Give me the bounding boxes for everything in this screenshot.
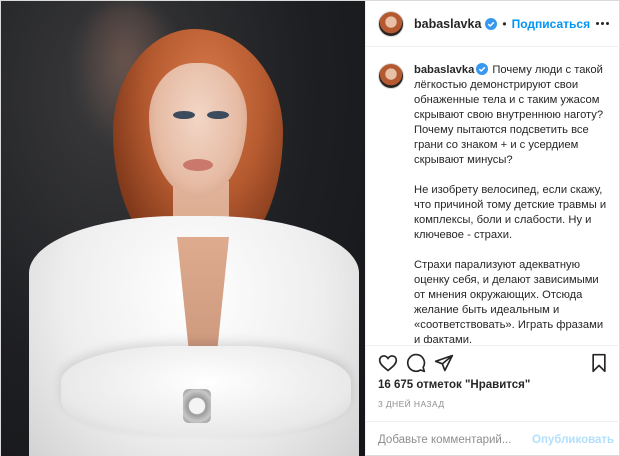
follow-button[interactable]: Подписаться xyxy=(512,17,590,31)
action-bar xyxy=(366,345,620,379)
comment-icon[interactable] xyxy=(402,349,430,377)
caption-paragraph-3: Страхи парализуют адекватную оценку себя… xyxy=(414,259,604,343)
lips xyxy=(183,159,213,171)
caption-paragraph-2: Не изобрету велосипед, если скажу, что п… xyxy=(414,184,607,241)
right-eye xyxy=(207,111,229,119)
separator-dot: • xyxy=(502,16,507,31)
post-header: babaslavka • Подписаться xyxy=(366,1,620,47)
instagram-post: babaslavka • Подписаться babaslavka Почем… xyxy=(0,0,620,456)
publish-button[interactable]: Опубликовать xyxy=(532,434,614,446)
verified-badge-icon xyxy=(485,17,498,30)
caption-avatar[interactable] xyxy=(378,63,404,89)
post-sidebar: babaslavka • Подписаться babaslavka Почем… xyxy=(365,1,620,456)
likes-count[interactable]: 16 675 отметок "Нравится" xyxy=(378,379,530,391)
more-options-icon[interactable] xyxy=(593,15,611,33)
avatar[interactable] xyxy=(378,10,404,37)
caption-paragraph-1: Почему люди с такой лёгкостью демонстрир… xyxy=(414,64,604,166)
add-comment-bar: Опубликовать xyxy=(366,421,620,456)
username-link[interactable]: babaslavka xyxy=(414,17,481,31)
comment-input[interactable] xyxy=(378,433,532,446)
verified-badge-icon xyxy=(476,63,489,75)
bookmark-icon[interactable] xyxy=(585,349,613,377)
heart-icon[interactable] xyxy=(374,349,402,377)
post-timestamp[interactable]: 3 дней назад xyxy=(378,399,444,409)
share-icon[interactable] xyxy=(430,349,458,377)
comments-area[interactable]: babaslavka Почему люди с такой лёгкостью … xyxy=(366,47,620,343)
caption: babaslavka Почему люди с такой лёгкостью … xyxy=(378,63,611,343)
wristwatch xyxy=(183,389,211,423)
post-photo[interactable] xyxy=(1,1,365,456)
left-eye xyxy=(173,111,195,119)
caption-username[interactable]: babaslavka xyxy=(414,64,474,76)
caption-paragraph: babaslavka Почему люди с такой лёгкостью … xyxy=(414,63,611,168)
caption-text: babaslavka Почему люди с такой лёгкостью … xyxy=(414,63,611,343)
